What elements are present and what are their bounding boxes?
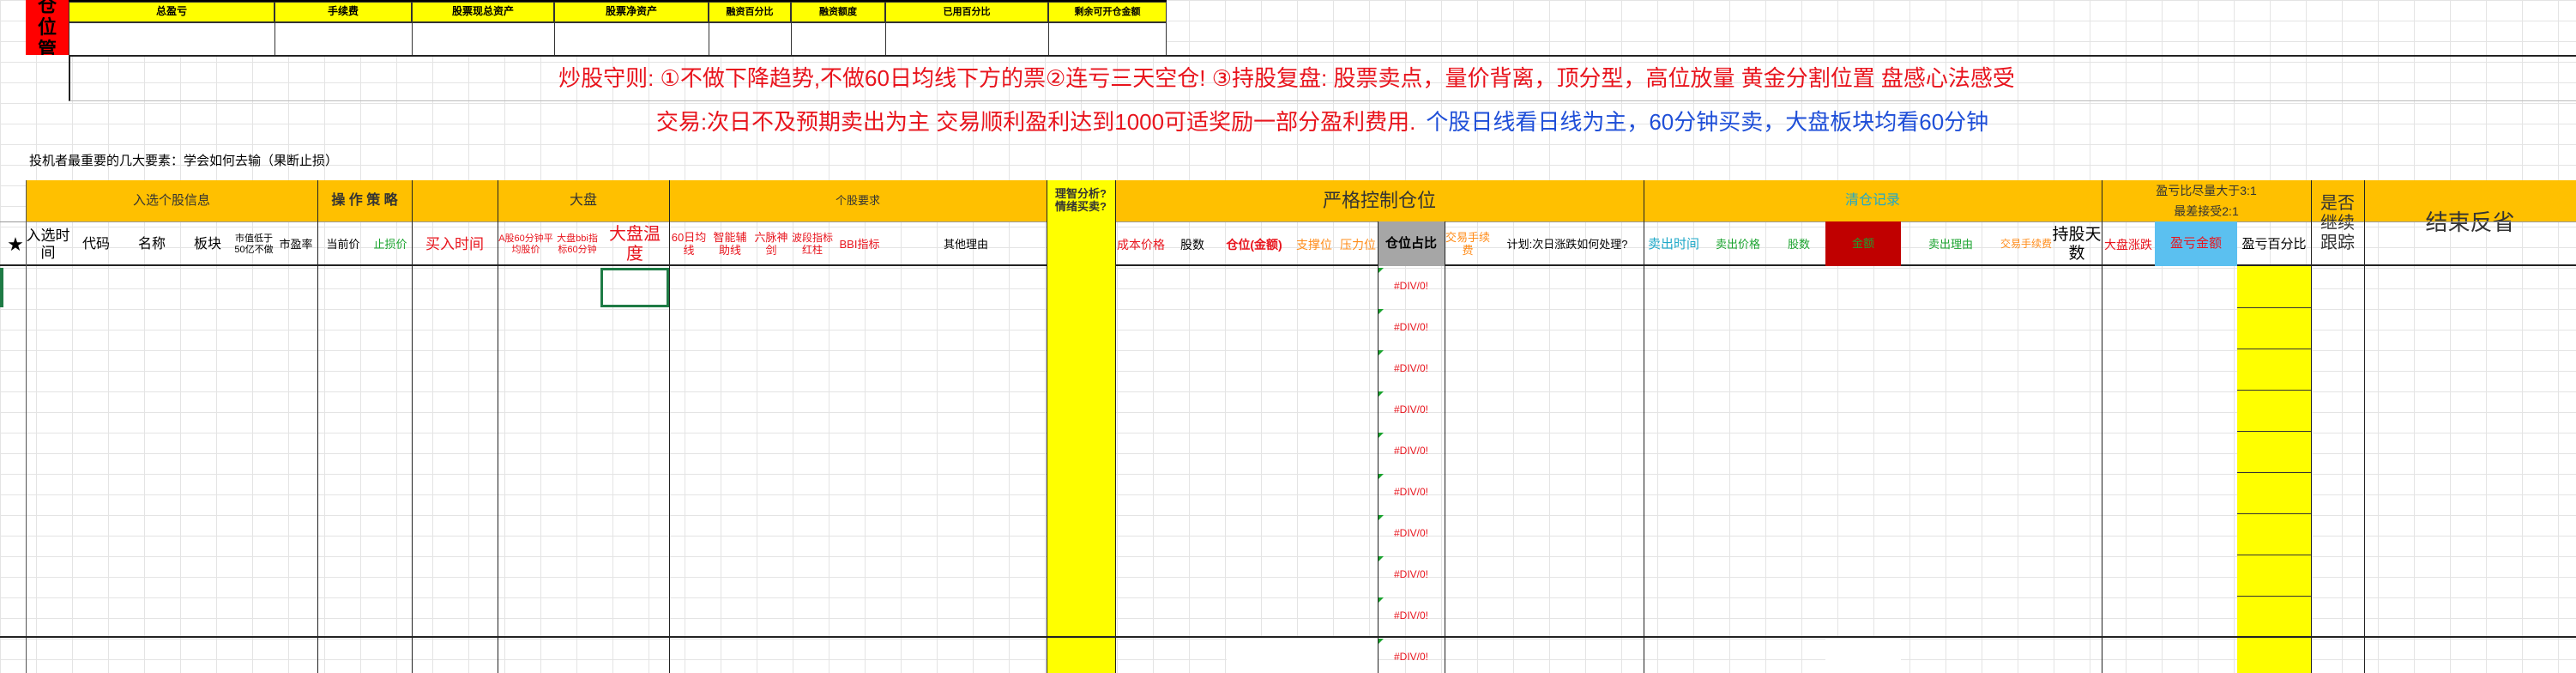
col-other-reason: 其他理由	[943, 237, 988, 251]
col-ma60: 60日均线	[671, 231, 707, 257]
error-cell[interactable]: #DIV/0!	[1378, 565, 1445, 585]
error-cell[interactable]: #DIV/0!	[1378, 276, 1445, 297]
col-resistance: 压力位	[1340, 237, 1376, 252]
summary-header-total-pl: 总盈亏	[69, 2, 274, 22]
summary-header-remaining: 剩余可开仓金额	[1048, 2, 1167, 22]
col-a60: A股60分钟平均股价	[498, 233, 553, 255]
sentiment-column[interactable]	[1047, 221, 1115, 673]
group-sentiment: 理智分析?情绪买卖?	[1047, 180, 1115, 221]
error-cell[interactable]: #DIV/0!	[1378, 647, 1445, 668]
error-triangle-icon	[1378, 309, 1384, 314]
summary-header-fee: 手续费	[274, 2, 412, 22]
group-ratio-2: 最差接受2:1	[2174, 203, 2239, 218]
col-bbi: 大盘bbi指标60分钟	[557, 233, 598, 255]
col-pl-pct: 盈亏百分比	[2241, 237, 2307, 252]
col-market-cap: 市值低于50亿不做	[234, 233, 274, 255]
error-cell[interactable]: #DIV/0!	[1378, 400, 1445, 421]
error-cell[interactable]: #DIV/0!	[1378, 524, 1445, 544]
col-position-pct: 仓位占比	[1378, 221, 1445, 266]
summary-header-used-pct: 已用百分比	[885, 2, 1048, 22]
col-wave: 波段指标红柱	[791, 232, 833, 256]
error-triangle-icon	[1378, 474, 1384, 479]
col-select-time: 入选时间	[26, 227, 70, 261]
col-position-amount: 仓位(金额)	[1226, 237, 1282, 252]
col-holding-days: 持股天数	[2052, 226, 2102, 263]
col-pl-amount: 盈亏金额	[2155, 221, 2237, 266]
col-sell-price: 卖出价格	[1715, 237, 1760, 251]
group-strategy: 操 作 策 略	[331, 192, 398, 208]
group-stock-req: 个股要求	[835, 193, 880, 207]
summary-header-margin-limit: 融资额度	[791, 2, 885, 22]
error-triangle-icon	[1378, 639, 1384, 644]
trade-note-line: 交易:次日不及预期卖出为主 交易顺利盈利达到1000可适奖励一部分盈利费用. 个…	[69, 101, 2576, 139]
error-triangle-icon	[1378, 556, 1384, 561]
col-name: 名称	[137, 236, 166, 252]
group-position-control: 严格控制仓位	[1322, 190, 1436, 212]
error-triangle-icon	[1378, 597, 1384, 603]
summary-header-total-assets: 股票现总资产	[412, 2, 554, 22]
error-triangle-icon	[1378, 515, 1384, 520]
col-sector: 板块	[193, 236, 221, 252]
trade-note-red: 交易:次日不及预期卖出为主 交易顺利盈利达到1000可适奖励一部分盈利费用.	[655, 108, 1416, 135]
error-triangle-icon	[1378, 350, 1384, 355]
group-select-info: 入选个股信息	[132, 193, 210, 209]
col-shares: 股数	[1180, 237, 1204, 252]
col-bbi-indicator: BBI指标	[839, 237, 880, 251]
col-buy-fee: 交易手续费	[1445, 231, 1490, 257]
error-cell[interactable]: #DIV/0!	[1378, 359, 1445, 379]
col-amount: 金额	[1825, 221, 1901, 266]
col-support: 支撑位	[1296, 237, 1332, 252]
error-cell[interactable]: #DIV/0!	[1378, 441, 1445, 462]
summary-header-net-assets: 股票净资产	[554, 2, 709, 22]
col-sell-shares: 股数	[1787, 237, 1810, 251]
col-pe: 市盈率	[279, 237, 313, 251]
col-code: 代码	[81, 236, 110, 252]
trading-rules-text: 炒股守则: ①不做下降趋势,不做60日均线下方的票②连亏三天空仓! ③持股复盘:…	[558, 65, 2015, 92]
col-current-price: 当前价	[326, 237, 360, 251]
col-market-temp: 大盘温度	[609, 225, 661, 264]
error-cell[interactable]: #DIV/0!	[1378, 482, 1445, 503]
error-triangle-icon	[1378, 268, 1384, 273]
summary-value-row[interactable]	[69, 22, 1167, 57]
error-cell[interactable]: #DIV/0!	[1378, 318, 1445, 338]
error-cell[interactable]: #DIV/0!	[1378, 606, 1445, 627]
col-cost-price: 成本价格	[1117, 237, 1165, 252]
col-sell-time: 卖出时间	[1647, 237, 1699, 252]
col-plan: 计划:次日涨跌如何处理?	[1506, 237, 1628, 251]
selected-cell[interactable]	[600, 268, 669, 307]
row-selection-marker	[0, 268, 3, 307]
position-management-label: 仓位管	[26, 0, 69, 55]
trade-note-blue: 个股日线看日线为主，60分钟买卖，大盘板块均看60分钟	[1426, 108, 1989, 135]
col-buy-time: 买入时间	[425, 236, 484, 253]
group-market: 大盘	[569, 192, 597, 208]
col-market-change: 大盘涨跌	[2104, 237, 2152, 252]
col-six-swords: 六脉神剑	[754, 231, 788, 257]
star-icon: ★	[7, 233, 24, 256]
error-triangle-icon	[1378, 433, 1384, 438]
summary-header-margin-pct: 融资百分比	[709, 2, 791, 22]
col-sell-fee: 交易手续费	[2000, 238, 2052, 251]
speculator-note: 投机者最重要的几大要素：学会如何去输（果断止损）	[29, 154, 339, 168]
error-triangle-icon	[1378, 391, 1384, 397]
group-ratio-1: 盈亏比尽量大于3:1	[2156, 183, 2257, 197]
col-sell-reason: 卖出理由	[1927, 237, 1973, 251]
col-stop-loss: 止损价	[373, 237, 407, 251]
pl-pct-column[interactable]	[2237, 266, 2311, 673]
group-clear-record: 清仓记录	[1844, 192, 1900, 208]
col-smart-line: 智能辅助线	[713, 231, 747, 257]
